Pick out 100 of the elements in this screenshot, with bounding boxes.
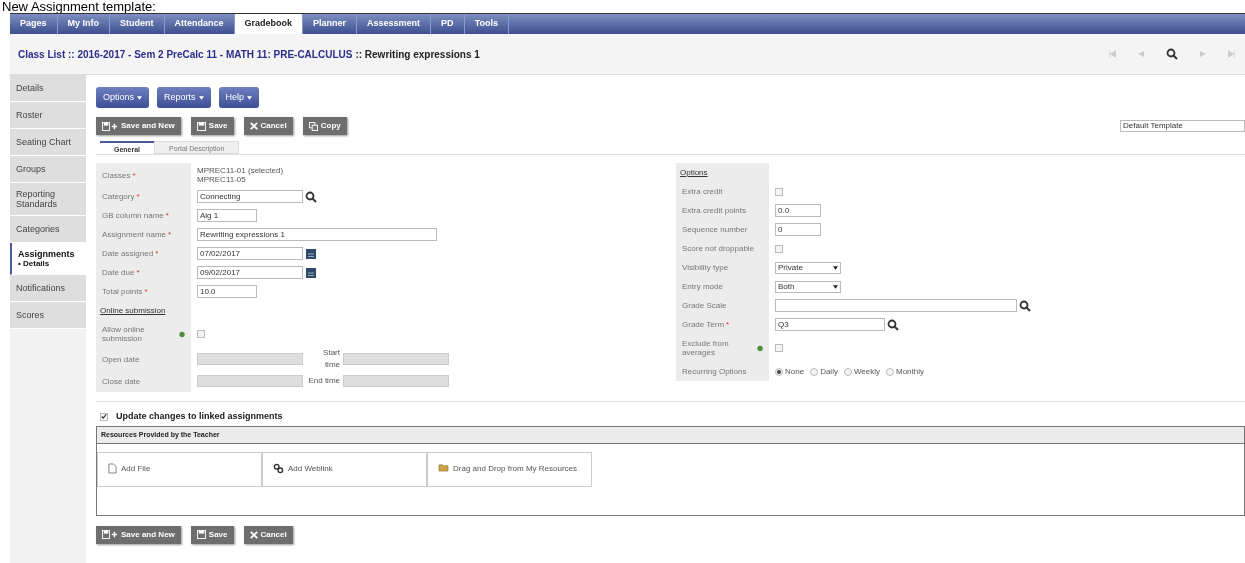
resource-action[interactable]: Drag and Drop from My Resources xyxy=(427,451,592,487)
calendar-icon[interactable] xyxy=(306,267,316,278)
breadcrumb-current: :: Rewriting expressions 1 xyxy=(355,47,480,62)
field-label: Start time xyxy=(322,347,340,371)
copy-button[interactable]: Copy xyxy=(302,117,347,135)
required-mark: * xyxy=(132,170,136,180)
checkbox[interactable] xyxy=(775,187,783,196)
field-label: Grade Term xyxy=(682,320,725,329)
time-field[interactable] xyxy=(343,375,449,387)
resource-action[interactable]: Add File xyxy=(97,451,262,487)
menu-button[interactable]: Help xyxy=(218,87,260,108)
sidebar-item[interactable]: Seating Chart xyxy=(10,129,86,156)
date-field[interactable] xyxy=(197,353,303,365)
text-field[interactable] xyxy=(775,299,1017,312)
next-icon[interactable] xyxy=(1200,50,1206,58)
sidebar-item[interactable]: Details xyxy=(10,75,86,102)
sidebar-item[interactable]: Assignments • Details xyxy=(10,243,86,275)
save-and-new-button[interactable]: Save and New xyxy=(96,525,181,544)
field-label: Recurring Options xyxy=(682,367,747,376)
date-field[interactable] xyxy=(197,375,303,387)
text-field[interactable]: 09/02/2017 xyxy=(197,266,303,279)
section-heading: Online submission xyxy=(100,304,166,317)
save-button[interactable]: Save xyxy=(190,525,234,544)
cancel-button[interactable]: Cancel xyxy=(243,117,293,135)
calendar-icon[interactable] xyxy=(306,248,316,259)
field-label: Open date xyxy=(102,354,140,364)
search-icon[interactable] xyxy=(305,190,317,203)
required-mark: * xyxy=(136,268,140,277)
class-code: MPREC11-05 xyxy=(197,175,247,184)
last-page-icon[interactable] xyxy=(1228,50,1235,58)
link-icon xyxy=(273,462,284,474)
field-label: Allow online submission xyxy=(102,325,146,343)
search-icon[interactable] xyxy=(1166,48,1178,60)
text-field[interactable]: Alg 1 xyxy=(197,209,257,222)
checkbox[interactable] xyxy=(100,412,108,421)
radio-button[interactable] xyxy=(886,367,894,376)
field-label: Visibility type xyxy=(682,263,729,272)
field-label: Date due xyxy=(102,268,135,277)
checkbox[interactable] xyxy=(775,344,783,352)
field-label: Extra credit xyxy=(682,187,723,196)
field-label: Category xyxy=(102,192,135,201)
close-icon xyxy=(249,530,258,539)
field-label: Grade Scale xyxy=(682,301,727,310)
text-field[interactable]: Q3 xyxy=(775,318,885,331)
text-field[interactable]: 07/02/2017 xyxy=(197,247,303,260)
menu-button[interactable]: Options xyxy=(96,87,150,108)
sidebar-item[interactable]: Notifications xyxy=(10,275,86,302)
sidebar-item[interactable]: Groups xyxy=(10,156,86,183)
caret-icon xyxy=(137,95,143,100)
save-button[interactable]: Save xyxy=(190,117,234,135)
menu-button[interactable]: Reports xyxy=(157,87,211,108)
sidebar-item[interactable]: Roster xyxy=(10,102,86,129)
field-label: Classes xyxy=(102,170,131,180)
text-field[interactable]: 0 xyxy=(775,223,821,236)
save-plus-icon xyxy=(102,530,118,539)
radio-button[interactable] xyxy=(843,367,852,376)
checkbox-label: Update changes to linked assignments xyxy=(116,410,283,423)
caret-icon xyxy=(833,265,838,270)
radio-button[interactable] xyxy=(810,367,819,376)
field-label: Close date xyxy=(102,376,141,386)
save-and-new-button[interactable]: Save and New xyxy=(96,117,181,135)
breadcrumb-path[interactable]: Class List :: 2016-2017 - Sem 2 PreCalc 11 - MATH 11: PRE-CALCULUS xyxy=(18,46,353,62)
help-icon[interactable] xyxy=(178,330,185,338)
nav-tab[interactable]: Gradebook xyxy=(234,14,304,34)
field-label: Exclude from averages xyxy=(682,339,730,357)
previous-icon[interactable] xyxy=(1138,50,1144,58)
search-icon[interactable] xyxy=(887,318,899,331)
sidebar-item[interactable]: Scores xyxy=(10,302,86,329)
first-page-icon[interactable] xyxy=(1109,50,1116,58)
required-mark: * xyxy=(144,287,148,296)
close-icon xyxy=(249,122,258,130)
text-field[interactable]: 10.0 xyxy=(197,285,257,298)
help-icon[interactable] xyxy=(756,344,763,352)
required-mark: * xyxy=(165,211,169,220)
radio-button[interactable] xyxy=(775,367,783,376)
field-label: End time xyxy=(307,375,340,387)
field-label: GB column name xyxy=(102,211,164,220)
folder-icon xyxy=(438,462,449,472)
checkbox[interactable] xyxy=(197,330,205,338)
dropdown[interactable]: Both xyxy=(775,280,841,293)
field-label: Entry mode xyxy=(682,282,723,291)
search-icon[interactable] xyxy=(1019,299,1031,312)
radio-label: Daily xyxy=(820,365,838,378)
copy-icon xyxy=(308,121,318,131)
template-dropdown[interactable]: Default Template xyxy=(1120,120,1245,132)
text-field[interactable]: Rewriting expressions 1 xyxy=(197,228,437,241)
sidebar-item[interactable]: Reporting Standards xyxy=(10,183,86,216)
save-icon xyxy=(196,121,206,131)
field-label: Extra credit points xyxy=(682,206,747,215)
checkbox[interactable] xyxy=(775,244,783,253)
text-field[interactable]: 0.0 xyxy=(775,204,821,217)
resource-action[interactable]: Add Weblink xyxy=(262,451,427,487)
cancel-button[interactable]: Cancel xyxy=(243,525,293,544)
text-field[interactable]: Connecting xyxy=(197,190,303,203)
required-mark: * xyxy=(168,230,172,239)
time-field[interactable] xyxy=(343,353,449,365)
sidebar-item[interactable]: Categories xyxy=(10,216,86,243)
radio-label: None xyxy=(785,365,805,378)
dropdown[interactable]: Private xyxy=(775,261,841,274)
radio-label: Weekly xyxy=(853,365,880,378)
